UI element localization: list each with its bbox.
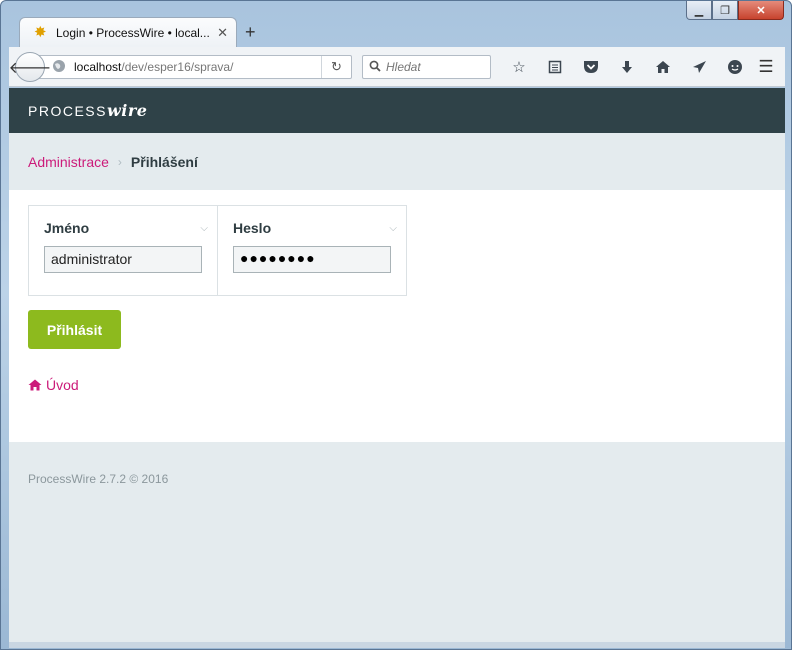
minimize-button[interactable]: ▁ xyxy=(686,1,712,20)
chevron-down-icon[interactable]: ⌵ xyxy=(200,223,208,234)
address-bar[interactable]: localhost/dev/esper16/sprava/ ↻ xyxy=(39,55,352,79)
url-host: localhost xyxy=(74,60,122,74)
page-content: PROCESSwire Administrace › Přihlášení Jm… xyxy=(9,88,785,642)
logo-prefix: PROCESS xyxy=(28,103,107,119)
login-fields: Jméno ⌵ administrator Heslo ⌵ ●●●●●●●● xyxy=(28,205,407,296)
window-controls: ▁ ❐ ✕ xyxy=(686,1,784,21)
login-form: Jméno ⌵ administrator Heslo ⌵ ●●●●●●●● P… xyxy=(9,190,785,442)
home-icon[interactable] xyxy=(645,55,681,79)
page-title: Přihlášení xyxy=(130,153,198,170)
username-label: Jméno xyxy=(44,220,90,236)
close-window-button[interactable]: ✕ xyxy=(738,1,784,20)
login-button[interactable]: Přihlásit xyxy=(28,310,121,349)
password-field-wrapper: Heslo ⌵ ●●●●●●●● xyxy=(217,206,406,295)
hamburger-menu-icon[interactable]: ☰ xyxy=(754,55,778,79)
new-tab-button[interactable]: + xyxy=(245,22,256,43)
processwire-favicon-icon: ✸ xyxy=(34,23,47,41)
breadcrumb: Administrace › Přihlášení xyxy=(9,133,785,190)
send-icon[interactable] xyxy=(681,55,717,79)
chat-icon[interactable] xyxy=(717,55,753,79)
navigation-toolbar: localhost/dev/esper16/sprava/ ↻ 🡐 Hledat… xyxy=(9,47,785,87)
toolbar-icons: ☆ xyxy=(501,55,753,79)
search-placeholder: Hledat xyxy=(386,60,421,74)
url-path: /dev/esper16/sprava/ xyxy=(121,60,234,74)
processwire-logo[interactable]: PROCESSwire xyxy=(28,101,147,120)
search-input[interactable]: Hledat xyxy=(362,55,491,79)
home-link-label: Úvod xyxy=(46,377,79,393)
home-icon xyxy=(28,379,42,391)
footer-copyright: ProcessWire 2.7.2 © 2016 xyxy=(28,472,169,486)
reload-icon[interactable]: ↻ xyxy=(321,56,351,78)
search-icon xyxy=(369,60,381,75)
logo-suffix: wire xyxy=(106,101,148,120)
tab-close-icon[interactable]: ✕ xyxy=(217,25,228,41)
globe-icon xyxy=(52,59,66,76)
footer: ProcessWire 2.7.2 © 2016 xyxy=(9,442,785,642)
password-input[interactable]: ●●●●●●●● xyxy=(233,246,391,273)
password-label: Heslo xyxy=(233,220,272,236)
browser-window: ▁ ❐ ✕ ✸ Login • ProcessWire • local... ✕… xyxy=(0,0,792,650)
reading-list-icon[interactable] xyxy=(537,55,573,79)
masthead: PROCESSwire xyxy=(9,88,785,133)
breadcrumb-separator: › xyxy=(117,154,122,169)
chevron-down-icon[interactable]: ⌵ xyxy=(389,223,397,234)
star-icon[interactable]: ☆ xyxy=(501,55,537,79)
browser-tab[interactable]: ✸ Login • ProcessWire • local... ✕ xyxy=(19,17,237,47)
breadcrumb-administrace-link[interactable]: Administrace xyxy=(28,154,109,170)
back-arrow-icon[interactable]: 🡐 xyxy=(9,52,51,82)
pocket-icon[interactable] xyxy=(573,55,609,79)
username-field-wrapper: Jméno ⌵ administrator xyxy=(29,206,217,295)
download-icon[interactable] xyxy=(609,55,645,79)
window-bottom-frame xyxy=(9,642,785,648)
tab-title: Login • ProcessWire • local... xyxy=(56,25,210,40)
home-link[interactable]: Úvod xyxy=(28,377,785,393)
username-input[interactable]: administrator xyxy=(44,246,202,273)
maximize-button[interactable]: ❐ xyxy=(712,1,738,20)
